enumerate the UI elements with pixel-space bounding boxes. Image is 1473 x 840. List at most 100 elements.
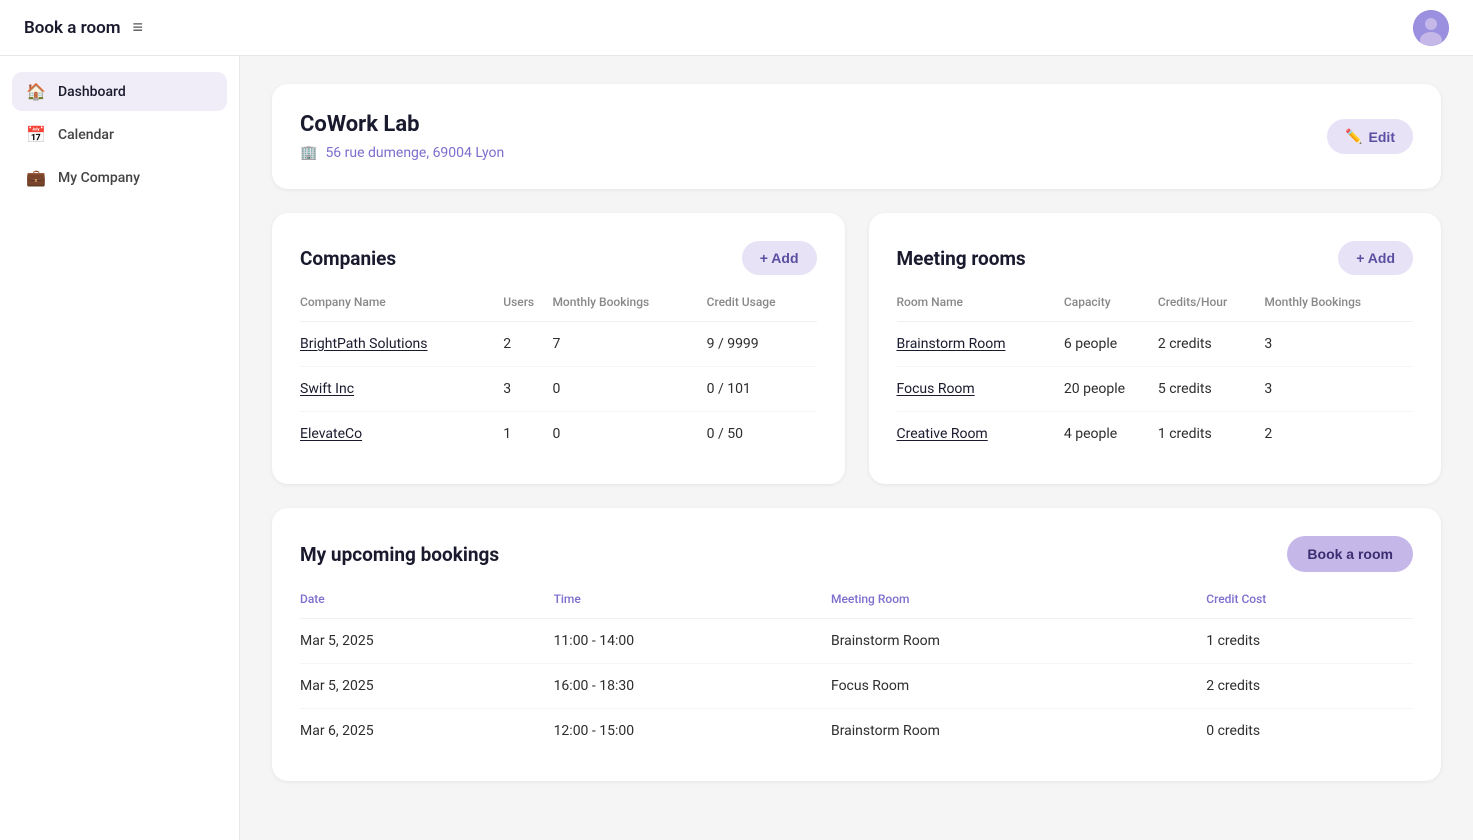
col-time: Time <box>554 592 831 619</box>
room-monthly-bookings-cell: 3 <box>1264 322 1413 367</box>
workspace-address: 🏢 56 rue dumenge, 69004 Lyon <box>300 145 504 161</box>
edit-workspace-button[interactable]: ✏️ Edit <box>1327 119 1413 154</box>
bookings-card: My upcoming bookings Book a room Date Ti… <box>272 508 1441 781</box>
monthly-bookings-cell: 7 <box>552 322 706 367</box>
col-room-name: Room Name <box>897 295 1064 322</box>
edit-label: Edit <box>1369 129 1395 145</box>
col-monthly-bookings: Monthly Bookings <box>552 295 706 322</box>
add-room-button[interactable]: + Add <box>1338 241 1413 275</box>
credit-usage-cell: 0 / 50 <box>707 412 817 457</box>
col-users: Users <box>503 295 552 322</box>
bookings-title: My upcoming bookings <box>300 543 499 566</box>
col-credits-per-hour: Credits/Hour <box>1158 295 1264 322</box>
topbar-left: Book a room ≡ <box>24 17 143 38</box>
credits-per-hour-cell: 1 credits <box>1158 412 1264 457</box>
users-cell: 3 <box>503 367 552 412</box>
booking-room-cell: Focus Room <box>831 664 1206 709</box>
address-text: 56 rue dumenge, 69004 Lyon <box>325 145 504 161</box>
app-title: Book a room <box>24 18 120 38</box>
room-name-link[interactable]: Creative Room <box>897 426 988 442</box>
room-monthly-bookings-cell: 3 <box>1264 367 1413 412</box>
col-room-monthly-bookings: Monthly Bookings <box>1264 295 1413 322</box>
company-name-link[interactable]: Swift Inc <box>300 381 354 397</box>
monthly-bookings-cell: 0 <box>552 367 706 412</box>
add-company-label: + Add <box>760 250 799 266</box>
two-col-section: Companies + Add Company Name Users Month… <box>272 213 1441 484</box>
col-credit-usage: Credit Usage <box>707 295 817 322</box>
meeting-rooms-header: Meeting rooms + Add <box>897 241 1414 275</box>
avatar[interactable] <box>1413 10 1449 46</box>
companies-header: Companies + Add <box>300 241 817 275</box>
companies-card: Companies + Add Company Name Users Month… <box>272 213 845 484</box>
booking-time-cell: 11:00 - 14:00 <box>554 619 831 664</box>
table-row: Mar 5, 2025 11:00 - 14:00 Brainstorm Roo… <box>300 619 1413 664</box>
edit-icon: ✏️ <box>1345 128 1362 145</box>
meeting-rooms-card: Meeting rooms + Add Room Name Capacity C… <box>869 213 1442 484</box>
hamburger-icon[interactable]: ≡ <box>132 17 143 38</box>
briefcase-icon: 💼 <box>26 168 46 187</box>
credit-usage-cell: 9 / 9999 <box>707 322 817 367</box>
monthly-bookings-cell: 0 <box>552 412 706 457</box>
sidebar-item-label: Calendar <box>58 127 114 143</box>
room-name-link[interactable]: Brainstorm Room <box>897 336 1006 352</box>
sidebar: 🏠 Dashboard 📅 Calendar 💼 My Company <box>0 56 240 840</box>
users-cell: 1 <box>503 412 552 457</box>
booking-date-cell: Mar 5, 2025 <box>300 664 554 709</box>
credits-per-hour-cell: 2 credits <box>1158 322 1264 367</box>
sidebar-item-my-company[interactable]: 💼 My Company <box>12 158 227 197</box>
booking-date-cell: Mar 5, 2025 <box>300 619 554 664</box>
users-cell: 2 <box>503 322 552 367</box>
table-row: BrightPath Solutions 2 7 9 / 9999 <box>300 322 817 367</box>
booking-time-cell: 12:00 - 15:00 <box>554 709 831 754</box>
room-name-link[interactable]: Focus Room <box>897 381 975 397</box>
col-company-name: Company Name <box>300 295 503 322</box>
meeting-rooms-title: Meeting rooms <box>897 247 1026 270</box>
credit-usage-cell: 0 / 101 <box>707 367 817 412</box>
meeting-rooms-table: Room Name Capacity Credits/Hour Monthly … <box>897 295 1414 456</box>
capacity-cell: 6 people <box>1064 322 1158 367</box>
company-name-link[interactable]: ElevateCo <box>300 426 362 442</box>
bookings-header: My upcoming bookings Book a room <box>300 536 1413 572</box>
capacity-cell: 4 people <box>1064 412 1158 457</box>
table-row: Mar 6, 2025 12:00 - 15:00 Brainstorm Roo… <box>300 709 1413 754</box>
sidebar-item-calendar[interactable]: 📅 Calendar <box>12 115 227 154</box>
companies-title: Companies <box>300 247 396 270</box>
add-room-label: + Add <box>1356 250 1395 266</box>
book-room-button[interactable]: Book a room <box>1287 536 1413 572</box>
col-meeting-room: Meeting Room <box>831 592 1206 619</box>
booking-cost-cell: 0 credits <box>1206 709 1413 754</box>
sidebar-item-dashboard[interactable]: 🏠 Dashboard <box>12 72 227 111</box>
add-company-button[interactable]: + Add <box>742 241 817 275</box>
home-icon: 🏠 <box>26 82 46 101</box>
room-monthly-bookings-cell: 2 <box>1264 412 1413 457</box>
booking-date-cell: Mar 6, 2025 <box>300 709 554 754</box>
booking-cost-cell: 2 credits <box>1206 664 1413 709</box>
capacity-cell: 20 people <box>1064 367 1158 412</box>
building-icon: 🏢 <box>300 145 317 161</box>
workspace-name: CoWork Lab <box>300 112 504 137</box>
table-row: Creative Room 4 people 1 credits 2 <box>897 412 1414 457</box>
booking-time-cell: 16:00 - 18:30 <box>554 664 831 709</box>
calendar-icon: 📅 <box>26 125 46 144</box>
col-credit-cost: Credit Cost <box>1206 592 1413 619</box>
booking-room-cell: Brainstorm Room <box>831 619 1206 664</box>
col-date: Date <box>300 592 554 619</box>
table-row: Focus Room 20 people 5 credits 3 <box>897 367 1414 412</box>
table-row: Brainstorm Room 6 people 2 credits 3 <box>897 322 1414 367</box>
company-name-link[interactable]: BrightPath Solutions <box>300 336 428 352</box>
table-row: Mar 5, 2025 16:00 - 18:30 Focus Room 2 c… <box>300 664 1413 709</box>
booking-cost-cell: 1 credits <box>1206 619 1413 664</box>
bookings-table: Date Time Meeting Room Credit Cost Mar 5… <box>300 592 1413 753</box>
table-row: ElevateCo 1 0 0 / 50 <box>300 412 817 457</box>
sidebar-item-label: Dashboard <box>58 84 126 100</box>
table-row: Swift Inc 3 0 0 / 101 <box>300 367 817 412</box>
book-room-label: Book a room <box>1307 546 1393 562</box>
companies-table: Company Name Users Monthly Bookings Cred… <box>300 295 817 456</box>
credits-per-hour-cell: 5 credits <box>1158 367 1264 412</box>
workspace-card: CoWork Lab 🏢 56 rue dumenge, 69004 Lyon … <box>272 84 1441 189</box>
col-capacity: Capacity <box>1064 295 1158 322</box>
workspace-info: CoWork Lab 🏢 56 rue dumenge, 69004 Lyon <box>300 112 504 161</box>
sidebar-item-label: My Company <box>58 170 140 186</box>
topbar: Book a room ≡ <box>0 0 1473 56</box>
main-content: CoWork Lab 🏢 56 rue dumenge, 69004 Lyon … <box>240 56 1473 840</box>
